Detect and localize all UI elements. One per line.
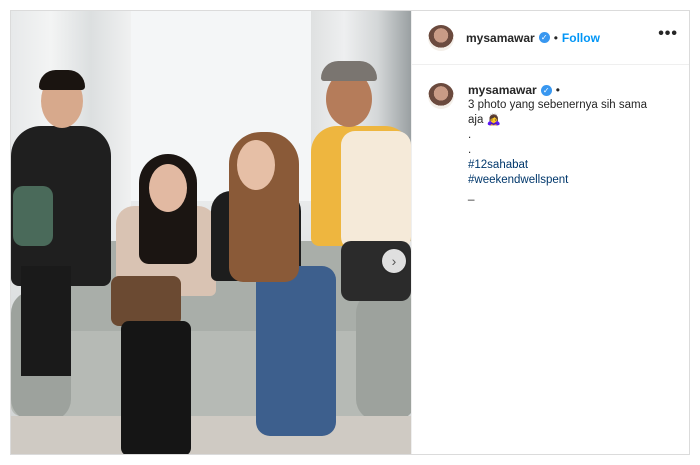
post-sidebar: mysamawar ✓ • Follow ••• mysamawar ✓ • 3… — [411, 11, 689, 454]
caption-avatar[interactable] — [428, 83, 454, 109]
follow-button[interactable]: Follow — [562, 31, 600, 45]
caption-username-link[interactable]: mysamawar — [468, 83, 537, 98]
username-link[interactable]: mysamawar — [466, 31, 535, 45]
caption-dot-1: . — [468, 129, 472, 141]
person-black-shirt — [11, 66, 121, 376]
post-photo[interactable]: › — [11, 11, 411, 454]
more-options-icon[interactable]: ••• — [658, 25, 678, 43]
caption: mysamawar ✓ • 3 photo yang sebenernya si… — [428, 83, 678, 203]
caption-body: mysamawar ✓ • 3 photo yang sebenernya si… — [468, 83, 647, 203]
chevron-right-icon: › — [391, 253, 397, 269]
instagram-post-embed: › mysamawar ✓ • Follow ••• mysamawar ✓ •… — [10, 10, 690, 455]
hashtag-link[interactable]: #weekendwellspent — [468, 173, 647, 188]
separator-dot: • — [553, 30, 558, 45]
verified-badge-icon: ✓ — [540, 85, 552, 96]
caption-text-line1: 3 photo yang sebenernya sih sama — [468, 99, 648, 111]
avatar[interactable] — [428, 24, 454, 51]
person-plaid-shirt — [111, 146, 221, 454]
caption-dot-2: . — [468, 144, 472, 156]
hashtag-link[interactable]: #12sahabat — [468, 158, 647, 173]
post-header: mysamawar ✓ • Follow ••• — [412, 11, 689, 65]
verified-badge-icon: ✓ — [538, 32, 550, 43]
caption-text-line2: aja 🙇‍♀️ — [468, 114, 501, 126]
separator-dot: • — [555, 83, 560, 97]
caption-tail: _ — [468, 189, 475, 201]
next-photo-button[interactable]: › — [382, 249, 406, 273]
